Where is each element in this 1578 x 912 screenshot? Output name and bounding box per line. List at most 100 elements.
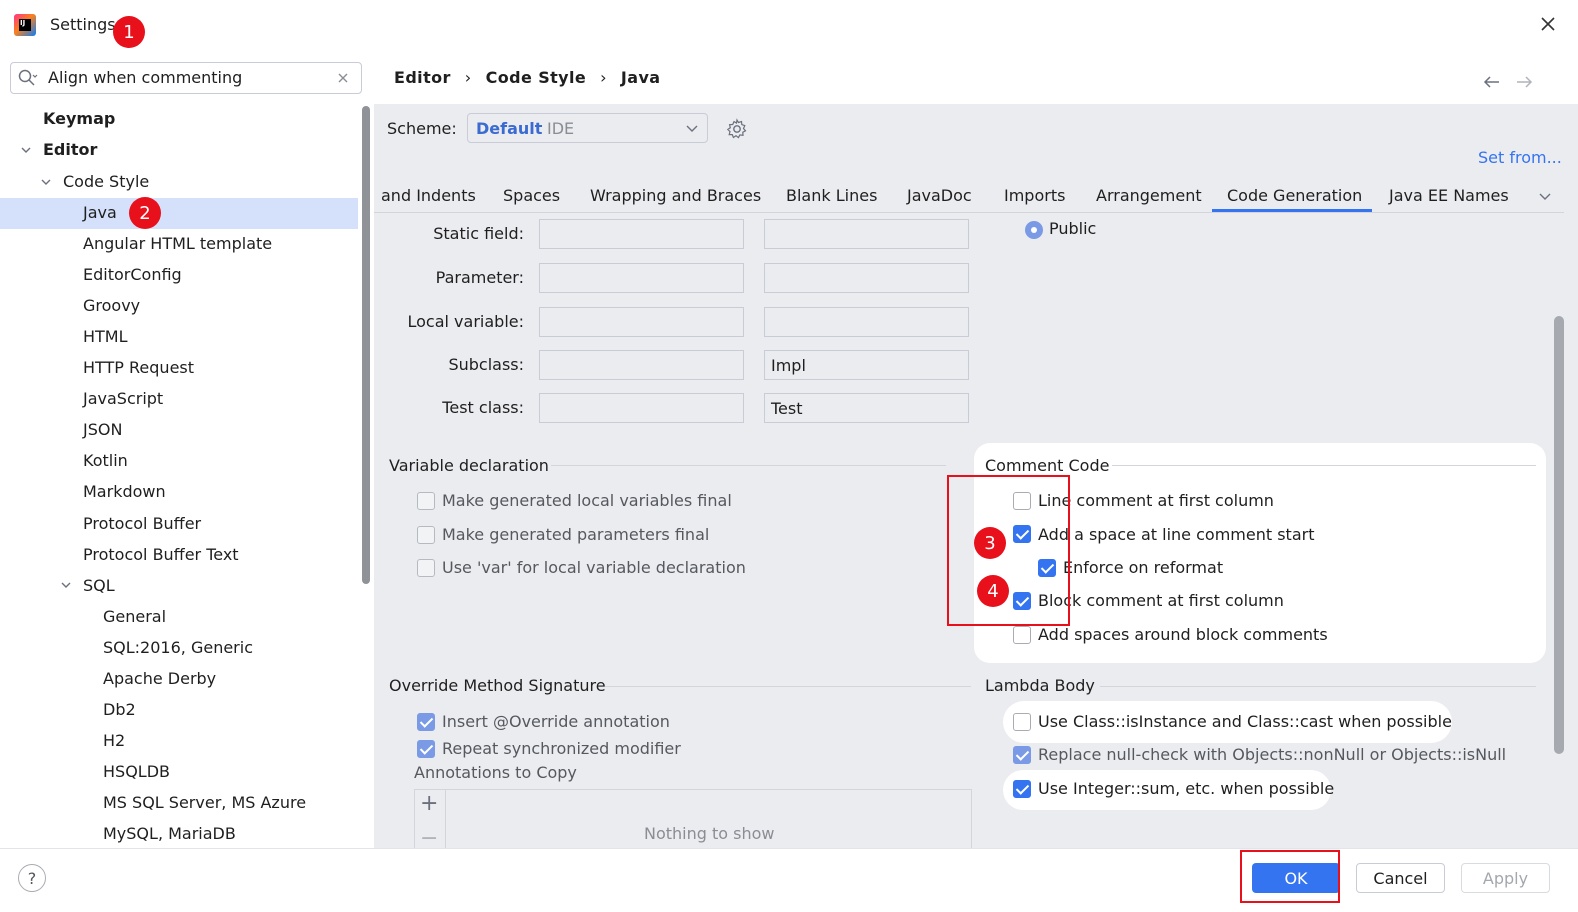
chevron-down-icon[interactable] <box>60 579 72 591</box>
cancel-button[interactable]: Cancel <box>1356 863 1445 893</box>
apply-button[interactable]: Apply <box>1461 863 1550 893</box>
test-class-suffix-input[interactable]: Test <box>764 393 969 423</box>
annotation-badge-3: 3 <box>974 527 1006 559</box>
active-tab-indicator <box>1212 209 1372 212</box>
sidebar-item-h2[interactable]: H2 <box>103 731 125 750</box>
static-field-label: Static field: <box>433 224 524 243</box>
tab-spaces[interactable]: Spaces <box>503 186 560 205</box>
scheme-label: Scheme: <box>387 119 457 138</box>
help-button[interactable]: ? <box>18 864 46 892</box>
sidebar-item-angular-html[interactable]: Angular HTML template <box>83 234 272 253</box>
annotation-badge-2: 2 <box>129 197 161 229</box>
annotation-red-box <box>1240 850 1340 903</box>
sidebar-item-html[interactable]: HTML <box>83 327 128 346</box>
add-icon[interactable]: + <box>420 791 438 816</box>
scheme-type: IDE <box>547 119 575 138</box>
gear-icon[interactable] <box>726 118 748 140</box>
class-isinstance-checkbox[interactable] <box>1013 713 1031 731</box>
chevron-down-icon[interactable] <box>40 176 52 188</box>
parameter-suffix-input[interactable] <box>764 263 969 293</box>
back-arrow-icon[interactable] <box>1482 74 1502 90</box>
insert-override-checkbox[interactable] <box>417 713 435 731</box>
chevron-down-icon <box>686 125 698 132</box>
subclass-suffix-input[interactable]: Impl <box>764 350 969 380</box>
tab-java-ee-names[interactable]: Java EE Names <box>1389 186 1509 205</box>
tab-imports[interactable]: Imports <box>1004 186 1065 205</box>
scheme-value: Default <box>476 119 543 138</box>
spaces-around-block-comments-label: Add spaces around block comments <box>1038 625 1328 644</box>
sidebar-item-code-style[interactable]: Code Style <box>63 172 149 191</box>
set-from-link[interactable]: Set from... <box>1478 148 1562 167</box>
breadcrumb-code-style[interactable]: Code Style <box>486 68 587 87</box>
public-radio-label: Public <box>1049 219 1097 238</box>
sidebar-item-markdown[interactable]: Markdown <box>83 482 166 501</box>
sidebar-item-db2[interactable]: Db2 <box>103 700 136 719</box>
local-variable-label: Local variable: <box>407 312 525 331</box>
parameter-prefix-input[interactable] <box>539 263 744 293</box>
tab-blank-lines[interactable]: Blank Lines <box>786 186 877 205</box>
local-variable-prefix-input[interactable] <box>539 307 744 337</box>
content-scrollbar-thumb[interactable] <box>1554 316 1564 754</box>
repeat-synchronized-checkbox[interactable] <box>417 740 435 758</box>
tab-wrapping-and-braces[interactable]: Wrapping and Braces <box>590 186 761 205</box>
final-parameters-checkbox[interactable] <box>417 526 435 544</box>
forward-arrow-icon[interactable] <box>1514 74 1534 90</box>
title-bar <box>0 0 1578 50</box>
sidebar-item-groovy[interactable]: Groovy <box>83 296 140 315</box>
chevron-down-icon[interactable] <box>1538 191 1552 201</box>
sidebar-item-kotlin[interactable]: Kotlin <box>83 451 128 470</box>
null-check-checkbox[interactable] <box>1013 746 1031 764</box>
sidebar-item-ms-sql-server[interactable]: MS SQL Server, MS Azure <box>103 793 306 812</box>
dialog-button-bar <box>0 848 1578 912</box>
section-divider <box>551 465 946 466</box>
sidebar-item-mysql[interactable]: MySQL, MariaDB <box>103 824 236 843</box>
sidebar-item-java[interactable]: Java <box>83 203 117 222</box>
final-local-variables-checkbox[interactable] <box>417 492 435 510</box>
sidebar-item-sql-general[interactable]: General <box>103 607 166 626</box>
sidebar-item-javascript[interactable]: JavaScript <box>83 389 163 408</box>
chevron-down-icon[interactable] <box>20 144 32 156</box>
sidebar-item-editor[interactable]: Editor <box>43 140 97 159</box>
sidebar-item-http-request[interactable]: HTTP Request <box>83 358 194 377</box>
sidebar-item-protocol-buffer-text[interactable]: Protocol Buffer Text <box>83 545 239 564</box>
sidebar-item-json[interactable]: JSON <box>83 420 122 439</box>
sidebar-item-apache-derby[interactable]: Apache Derby <box>103 669 216 688</box>
annotation-badge-1: 1 <box>113 16 145 48</box>
spaces-around-block-comments-checkbox[interactable] <box>1013 626 1031 644</box>
integer-sum-checkbox[interactable] <box>1013 780 1031 798</box>
subclass-prefix-input[interactable] <box>539 350 744 380</box>
block-comment-first-column-label: Block comment at first column <box>1038 591 1284 610</box>
test-class-label: Test class: <box>442 398 524 417</box>
tab-javadoc[interactable]: JavaDoc <box>907 186 972 205</box>
sidebar-item-keymap[interactable]: Keymap <box>43 109 115 128</box>
tab-tabs-and-indents[interactable]: and Indents <box>381 186 476 205</box>
close-icon[interactable] <box>1538 14 1558 34</box>
local-variable-suffix-input[interactable] <box>764 307 969 337</box>
sidebar-item-hsqldb[interactable]: HSQLDB <box>103 762 170 781</box>
breadcrumb-editor[interactable]: Editor <box>394 68 451 87</box>
subclass-label: Subclass: <box>448 355 524 374</box>
public-radio[interactable] <box>1025 221 1043 239</box>
static-field-suffix-input[interactable] <box>764 219 969 249</box>
tree-scrollbar-thumb[interactable] <box>362 106 370 584</box>
window-title: Settings <box>50 15 116 34</box>
sidebar-item-sql-2016[interactable]: SQL:2016, Generic <box>103 638 253 657</box>
test-class-prefix-input[interactable] <box>539 393 744 423</box>
sidebar-item-protocol-buffer[interactable]: Protocol Buffer <box>83 514 201 533</box>
final-local-variables-label: Make generated local variables final <box>442 491 732 510</box>
annotations-to-copy-label: Annotations to Copy <box>414 763 577 782</box>
tab-code-generation[interactable]: Code Generation <box>1227 186 1362 205</box>
section-divider <box>1112 465 1536 466</box>
variable-declaration-title: Variable declaration <box>389 456 549 475</box>
sidebar-item-editorconfig[interactable]: EditorConfig <box>83 265 182 284</box>
parameter-label: Parameter: <box>435 268 524 287</box>
section-divider <box>605 686 971 687</box>
static-field-prefix-input[interactable] <box>539 219 744 249</box>
use-var-checkbox[interactable] <box>417 559 435 577</box>
clear-search-icon[interactable] <box>337 72 349 84</box>
integer-sum-label: Use Integer::sum, etc. when possible <box>1038 779 1335 798</box>
empty-list-text: Nothing to show <box>644 824 775 843</box>
tree-selection-highlight <box>0 198 358 229</box>
tab-arrangement[interactable]: Arrangement <box>1096 186 1202 205</box>
sidebar-item-sql[interactable]: SQL <box>83 576 115 595</box>
